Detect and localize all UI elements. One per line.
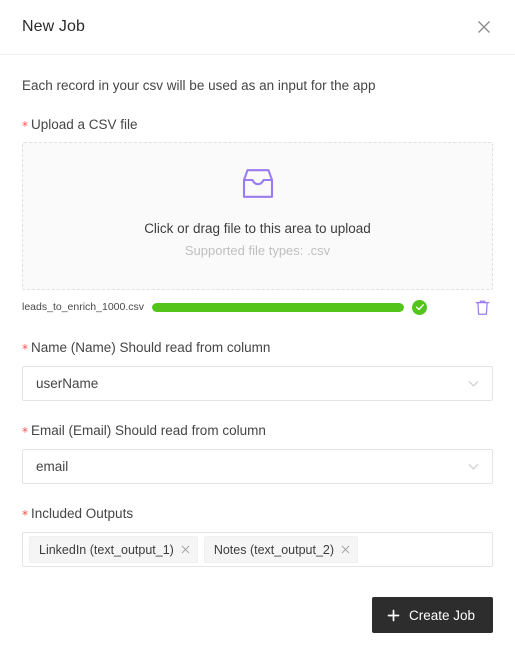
email-column-label: * Email (Email) Should read from column — [22, 423, 493, 440]
intro-description: Each record in your csv will be used as … — [22, 78, 376, 93]
upload-progress-bar — [152, 302, 405, 312]
inbox-icon — [241, 168, 275, 199]
required-marker: * — [22, 425, 28, 440]
name-column-value: userName — [36, 376, 99, 392]
close-icon[interactable] — [341, 545, 350, 554]
delete-file-button[interactable] — [475, 299, 493, 316]
included-outputs-select[interactable]: LinkedIn (text_output_1) Notes (text_out… — [22, 532, 493, 568]
close-modal-button[interactable] — [471, 14, 497, 40]
name-column-label-text: Name (Name) Should read from column — [31, 340, 271, 356]
modal-footer: Create Job — [0, 575, 515, 657]
required-marker: * — [22, 342, 28, 357]
modal-body: Each record in your csv will be used as … — [0, 55, 515, 575]
close-icon[interactable] — [181, 545, 190, 554]
included-outputs-label-text: Included Outputs — [31, 506, 134, 522]
tag-label: Notes (text_output_2) — [213, 542, 335, 557]
upload-progress-fill — [152, 302, 405, 312]
create-job-button[interactable]: Create Job — [371, 597, 493, 633]
chevron-down-icon — [467, 377, 480, 390]
email-column-label-text: Email (Email) Should read from column — [31, 423, 266, 439]
new-job-modal: New Job Each record in your csv will be … — [0, 0, 515, 657]
page-title: New Job — [22, 18, 85, 35]
email-column-select[interactable]: email — [22, 449, 493, 485]
name-column-group: * Name (Name) Should read from column use… — [22, 340, 493, 402]
trash-icon — [475, 299, 490, 316]
modal-header: New Job — [0, 0, 515, 55]
plus-icon — [387, 609, 400, 622]
tag-item[interactable]: LinkedIn (text_output_1) — [29, 536, 198, 564]
csv-dropzone[interactable]: Click or drag file to this area to uploa… — [22, 142, 493, 291]
included-outputs-label: * Included Outputs — [22, 506, 493, 523]
uploaded-file-row: leads_to_enrich_1000.csv — [22, 296, 493, 318]
required-marker: * — [22, 508, 28, 523]
included-outputs-group: * Included Outputs LinkedIn (text_output_… — [22, 506, 493, 568]
email-column-group: * Email (Email) Should read from column e… — [22, 423, 493, 485]
tag-item[interactable]: Notes (text_output_2) — [203, 536, 359, 564]
create-job-label: Create Job — [408, 607, 475, 623]
required-marker: * — [22, 118, 28, 133]
chevron-down-icon — [467, 460, 480, 473]
uploaded-file-name: leads_to_enrich_1000.csv — [22, 301, 145, 314]
close-icon — [476, 19, 492, 35]
upload-label: * Upload a CSV file — [22, 117, 493, 134]
dropzone-secondary-text: Supported file types: .csv — [184, 243, 331, 259]
upload-label-text: Upload a CSV file — [31, 116, 138, 132]
name-column-select[interactable]: userName — [22, 366, 493, 402]
dropzone-primary-text: Click or drag file to this area to uploa… — [144, 221, 371, 237]
name-column-label: * Name (Name) Should read from column — [22, 340, 493, 357]
tag-label: LinkedIn (text_output_1) — [39, 542, 174, 557]
check-circle-icon — [412, 299, 428, 315]
email-column-value: email — [36, 459, 69, 475]
